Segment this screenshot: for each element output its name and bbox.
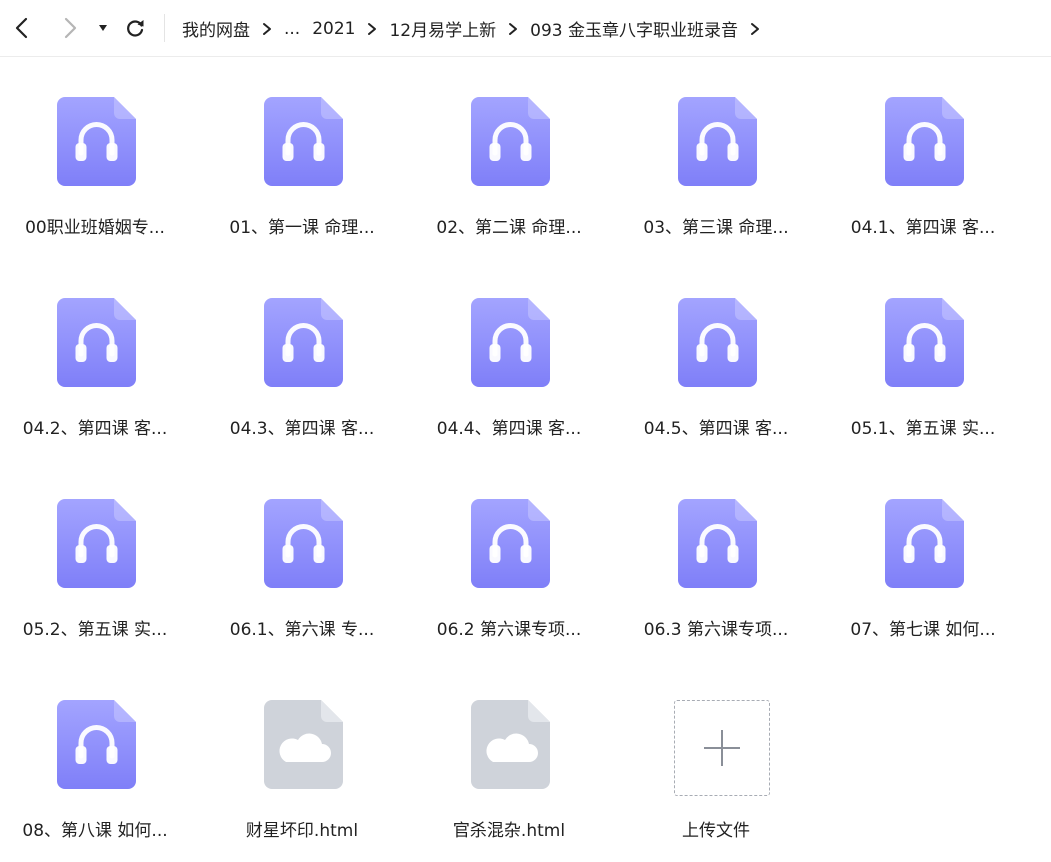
audio-file-item[interactable]: 07、第七课 如何...: [833, 460, 1013, 640]
back-button[interactable]: [8, 13, 36, 43]
file-name: 06.1、第六课 专...: [229, 620, 375, 640]
file-name: 04.1、第四课 客...: [850, 218, 996, 238]
breadcrumb-item-current[interactable]: 093 金玉章八字职业班录音: [530, 16, 738, 41]
audio-file-item[interactable]: 04.4、第四课 客...: [419, 259, 599, 439]
caret-down-icon: [99, 25, 107, 31]
file-name: 06.3 第六课专项...: [643, 620, 789, 640]
breadcrumb-item-folder[interactable]: 12月易学上新: [389, 16, 496, 41]
file-name: 05.1、第五课 实...: [850, 419, 996, 439]
audio-file-icon: [471, 97, 550, 186]
file-name: 03、第三课 命理...: [643, 218, 789, 238]
audio-file-item[interactable]: 04.1、第四课 客...: [833, 58, 1013, 238]
file-name: 07、第七课 如何...: [850, 620, 996, 640]
audio-file-icon: [264, 298, 343, 387]
file-name: 04.2、第四课 客...: [22, 419, 168, 439]
audio-file-item[interactable]: 02、第二课 命理...: [419, 58, 599, 238]
audio-file-icon: [885, 97, 964, 186]
file-name: 05.2、第五课 实...: [22, 620, 168, 640]
toolbar: 我的网盘 ... 2021 12月易学上新 093 金玉章八字职业班录音: [0, 0, 1051, 57]
file-name: 财星坏印.html: [245, 821, 359, 841]
audio-file-icon: [678, 97, 757, 186]
chevron-right-icon: [262, 22, 272, 36]
chevron-left-icon: [15, 17, 28, 39]
audio-file-icon: [57, 298, 136, 387]
file-name: 官杀混杂.html: [452, 821, 566, 841]
audio-file-icon: [885, 298, 964, 387]
audio-file-item[interactable]: 03、第三课 命理...: [626, 58, 806, 238]
audio-file-item[interactable]: 01、第一课 命理...: [212, 58, 392, 238]
chevron-right-icon: [64, 17, 77, 39]
chevron-right-icon: [508, 22, 518, 36]
plus-icon: [704, 730, 740, 766]
file-name: 02、第二课 命理...: [436, 218, 582, 238]
audio-file-icon: [678, 298, 757, 387]
audio-file-icon: [264, 97, 343, 186]
refresh-icon: [127, 20, 144, 37]
forward-button[interactable]: [56, 13, 84, 43]
refresh-button[interactable]: [121, 13, 149, 43]
audio-file-item[interactable]: 06.1、第六课 专...: [212, 460, 392, 640]
history-dropdown-button[interactable]: [90, 13, 116, 43]
audio-file-icon: [264, 499, 343, 588]
file-name: 06.2 第六课专项...: [436, 620, 582, 640]
audio-file-item[interactable]: 05.2、第五课 实...: [5, 460, 185, 640]
html-file-item[interactable]: 官杀混杂.html: [419, 661, 599, 841]
chevron-right-icon: [367, 22, 377, 36]
audio-file-item[interactable]: 04.3、第四课 客...: [212, 259, 392, 439]
audio-file-item[interactable]: 08、第八课 如何...: [5, 661, 185, 841]
audio-file-item[interactable]: 06.3 第六课专项...: [626, 460, 806, 640]
file-name: 00职业班婚姻专...: [25, 218, 165, 238]
cloud-file-icon: [471, 700, 550, 789]
upload-label: 上传文件: [682, 821, 750, 841]
audio-file-icon: [57, 97, 136, 186]
upload-file-button[interactable]: 上传文件: [626, 661, 806, 841]
cloud-file-icon: [264, 700, 343, 789]
file-name: 04.5、第四课 客...: [643, 419, 789, 439]
audio-file-item[interactable]: 06.2 第六课专项...: [419, 460, 599, 640]
audio-file-icon: [57, 499, 136, 588]
audio-file-item[interactable]: 04.2、第四课 客...: [5, 259, 185, 439]
audio-file-icon: [885, 499, 964, 588]
audio-file-item[interactable]: 00职业班婚姻专...: [5, 58, 185, 238]
audio-file-icon: [471, 499, 550, 588]
toolbar-divider: [164, 14, 165, 42]
html-file-item[interactable]: 财星坏印.html: [212, 661, 392, 841]
breadcrumb-item-2021[interactable]: 2021: [312, 19, 355, 39]
upload-box[interactable]: [674, 700, 770, 796]
audio-file-icon: [57, 700, 136, 789]
breadcrumb-root[interactable]: 我的网盘: [182, 16, 250, 41]
chevron-right-icon[interactable]: [750, 22, 760, 36]
file-name: 08、第八课 如何...: [22, 821, 168, 841]
audio-file-item[interactable]: 05.1、第五课 实...: [833, 259, 1013, 439]
audio-file-icon: [471, 298, 550, 387]
file-name: 04.3、第四课 客...: [229, 419, 375, 439]
breadcrumb: 我的网盘 ... 2021 12月易学上新 093 金玉章八字职业班录音: [182, 0, 772, 57]
audio-file-icon: [678, 499, 757, 588]
file-name: 01、第一课 命理...: [229, 218, 375, 238]
file-name: 04.4、第四课 客...: [436, 419, 582, 439]
breadcrumb-ellipsis[interactable]: ...: [284, 19, 300, 39]
audio-file-item[interactable]: 04.5、第四课 客...: [626, 259, 806, 439]
